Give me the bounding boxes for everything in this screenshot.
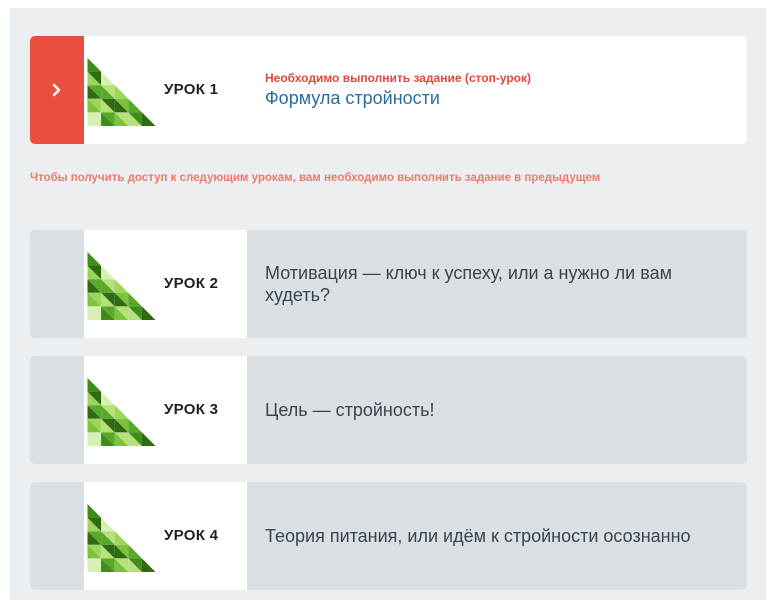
lesson-info: Теория питания, или идём к стройности ос… <box>265 482 730 590</box>
lesson-number: УРОК 1 <box>164 81 219 98</box>
lesson-number: УРОК 2 <box>164 275 219 292</box>
open-lesson-button[interactable] <box>30 36 84 144</box>
lesson-card-4: УРОК 4 Теория питания, или идём к стройн… <box>30 482 747 590</box>
lesson-thumbnail: УРОК 4 <box>84 482 247 590</box>
triangle-mosaic-image <box>87 58 156 126</box>
lesson-card-2: УРОК 2 Мотивация — ключ к успеху, или а … <box>30 230 747 338</box>
lesson-thumbnail: УРОК 1 <box>84 36 247 144</box>
lesson-card-3: УРОК 3 Цель — стройность! <box>30 356 747 464</box>
triangle-mosaic-image <box>87 504 156 572</box>
lesson-info: Цель — стройность! <box>265 356 730 464</box>
triangle-mosaic-image <box>87 378 156 446</box>
lesson-info: Необходимо выполнить задание (стоп-урок)… <box>265 36 730 144</box>
lessons-panel: УРОК 1 Необходимо выполнить задание (сто… <box>10 8 766 600</box>
access-notice: Чтобы получить доступ к следующим урокам… <box>30 172 601 184</box>
stop-lesson-label: Необходимо выполнить задание (стоп-урок) <box>265 71 531 85</box>
lesson-thumbnail: УРОК 3 <box>84 356 247 464</box>
lesson-title: Мотивация — ключ к успеху, или а нужно л… <box>265 263 672 305</box>
lesson-card-1[interactable]: УРОК 1 Необходимо выполнить задание (сто… <box>30 36 747 144</box>
lesson-thumbnail: УРОК 2 <box>84 230 247 338</box>
chevron-right-icon <box>52 83 61 97</box>
lesson-title: Цель — стройность! <box>265 400 435 420</box>
lesson-number: УРОК 3 <box>164 401 219 418</box>
lesson-info: Мотивация — ключ к успеху, или а нужно л… <box>265 230 730 338</box>
lesson-number: УРОК 4 <box>164 527 219 544</box>
triangle-mosaic-image <box>87 252 156 320</box>
lesson-title: Теория питания, или идём к стройности ос… <box>265 526 691 546</box>
lesson-title[interactable]: Формула стройности <box>265 88 730 109</box>
